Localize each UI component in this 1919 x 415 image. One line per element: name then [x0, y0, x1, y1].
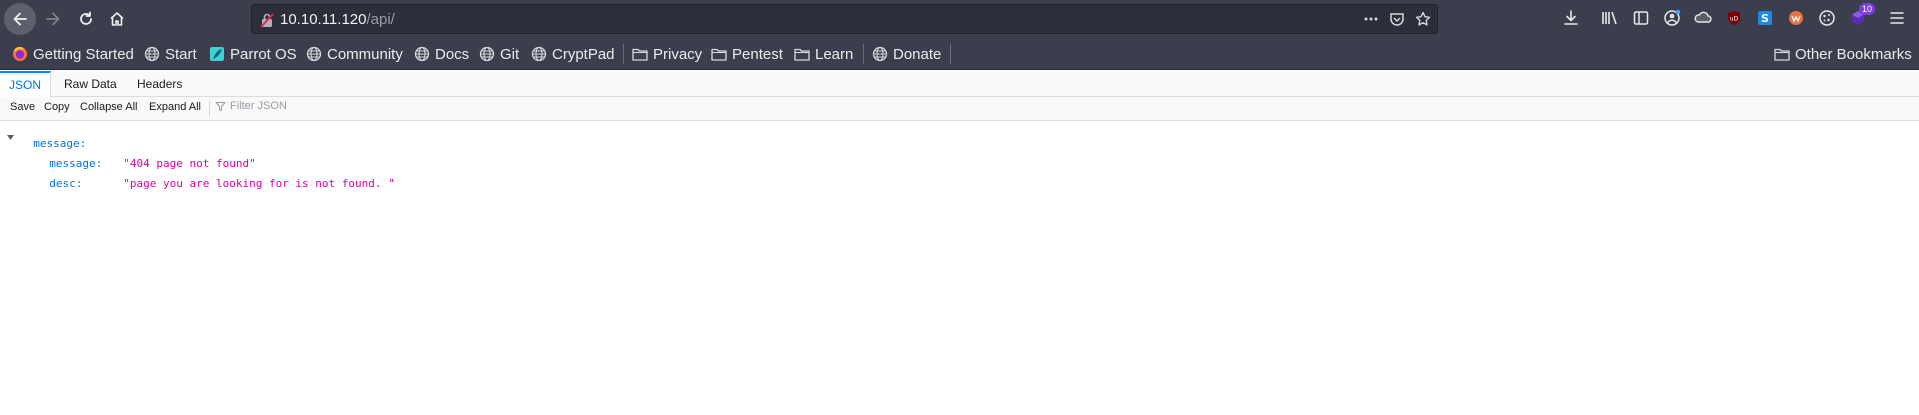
filter-placeholder: Filter JSON	[230, 100, 287, 112]
json-string-value: "page you are looking for is not found. …	[123, 177, 395, 190]
json-viewer-tabs: JSON Raw Data Headers	[0, 71, 1919, 97]
bookmark-parrot-os[interactable]: Parrot OS	[209, 45, 297, 63]
bookmarks-bar: Getting Started Start Parrot OS Communit…	[0, 38, 1919, 70]
toolbar-separator	[209, 101, 210, 117]
expand-toggle-icon[interactable]	[6, 127, 15, 146]
svg-text:uD: uD	[1730, 16, 1739, 23]
insecure-lock-icon[interactable]	[260, 12, 274, 32]
toolbar-right: uD S 10	[1562, 3, 1906, 27]
url-path: /api/	[366, 11, 395, 28]
folder-icon	[632, 48, 648, 61]
globe-icon	[414, 46, 430, 62]
bookmark-community[interactable]: Community	[306, 45, 403, 63]
url-host: 10.10.11.120	[280, 11, 367, 28]
globe-icon	[531, 46, 547, 62]
svg-text:S: S	[1761, 12, 1769, 25]
forward-button[interactable]	[37, 3, 69, 35]
bookmark-label: Git	[500, 45, 520, 63]
other-bookmarks-label: Other Bookmarks	[1795, 45, 1912, 63]
save-button[interactable]: Save	[10, 101, 35, 113]
bookmark-cryptpad[interactable]: CryptPad	[531, 45, 615, 63]
tab-raw-data[interactable]: Raw Data	[64, 71, 117, 97]
bookmark-separator	[950, 44, 951, 64]
folder-icon	[1774, 48, 1790, 61]
menu-icon[interactable]	[1888, 9, 1906, 27]
json-key: desc:	[49, 177, 83, 190]
pocket-icon[interactable]	[1389, 11, 1405, 31]
bookmark-docs[interactable]: Docs	[414, 45, 469, 63]
json-value: "page you are looking for is not found. …	[110, 164, 395, 190]
back-button[interactable]	[4, 3, 36, 35]
bookmark-label: Community	[327, 45, 403, 63]
bookmark-label: Docs	[435, 45, 470, 63]
page-actions-icon[interactable]	[1363, 11, 1379, 31]
bookmark-getting-started[interactable]: Getting Started	[12, 45, 134, 63]
download-icon[interactable]	[1562, 9, 1580, 27]
extension-cloud-icon[interactable]	[1694, 9, 1712, 27]
folder-icon	[794, 48, 810, 61]
bookmark-separator	[623, 44, 624, 64]
bookmark-label: Start	[165, 45, 197, 63]
tab-json[interactable]: JSON	[0, 71, 52, 97]
reload-button[interactable]	[70, 3, 102, 35]
bookmark-label: Donate	[893, 45, 942, 63]
cookie-icon[interactable]	[1818, 9, 1836, 27]
sidebar-icon[interactable]	[1632, 9, 1650, 27]
bookmark-star-icon[interactable]	[1415, 11, 1431, 31]
extension-badge: 10	[1858, 3, 1875, 15]
nav-bar: 10.10.11.120/api/ uD S 10	[0, 0, 1919, 38]
globe-icon	[144, 46, 160, 62]
url-bar[interactable]: 10.10.11.120/api/	[251, 4, 1438, 34]
parrot-logo-icon	[210, 47, 224, 61]
json-row[interactable]: desc:	[36, 164, 82, 190]
url-actions	[1363, 11, 1431, 31]
account-icon[interactable]	[1663, 9, 1681, 27]
bookmark-label: Learn	[815, 45, 854, 63]
bookmark-label: Parrot OS	[230, 45, 297, 63]
arrow-right-icon	[46, 12, 60, 26]
extension-s-icon[interactable]: S	[1756, 9, 1774, 27]
bookmark-donate[interactable]: Donate	[872, 45, 941, 63]
url-text[interactable]: 10.10.11.120/api/	[280, 11, 395, 28]
bookmark-label: Privacy	[653, 45, 703, 63]
json-toolbar: Save Copy Collapse All Expand All Filter…	[0, 97, 1919, 121]
bookmark-folder-learn[interactable]: Learn	[794, 45, 853, 63]
bookmark-git[interactable]: Git	[479, 45, 519, 63]
arrow-left-icon	[13, 12, 27, 26]
bookmark-folder-privacy[interactable]: Privacy	[632, 45, 702, 63]
expand-all-button[interactable]: Expand All	[149, 101, 201, 113]
filter-json-input[interactable]: Filter JSON	[215, 100, 287, 112]
bookmark-start[interactable]: Start	[144, 45, 197, 63]
filter-icon	[215, 101, 226, 111]
tab-headers[interactable]: Headers	[137, 71, 182, 97]
library-icon[interactable]	[1601, 9, 1619, 27]
collapse-all-button[interactable]: Collapse All	[80, 101, 137, 113]
bookmark-label: Getting Started	[33, 45, 134, 63]
globe-icon	[306, 46, 322, 62]
bookmark-separator	[863, 44, 864, 64]
home-button[interactable]	[101, 3, 133, 35]
firefox-icon	[13, 46, 27, 61]
bookmark-label: CryptPad	[552, 45, 615, 63]
bookmark-folder-pentest[interactable]: Pentest	[711, 45, 783, 63]
ublock-origin-icon[interactable]: uD	[1725, 9, 1743, 27]
globe-icon	[872, 46, 888, 62]
copy-button[interactable]: Copy	[44, 101, 70, 113]
reload-icon	[80, 11, 92, 25]
extension-wappalyzer-icon[interactable]	[1787, 9, 1805, 27]
home-icon	[110, 12, 124, 26]
globe-icon	[479, 46, 495, 62]
extension-cube-icon[interactable]: 10	[1849, 3, 1875, 27]
other-bookmarks[interactable]: Other Bookmarks	[1774, 45, 1912, 63]
bookmark-label: Pentest	[732, 45, 783, 63]
folder-icon	[711, 48, 727, 61]
